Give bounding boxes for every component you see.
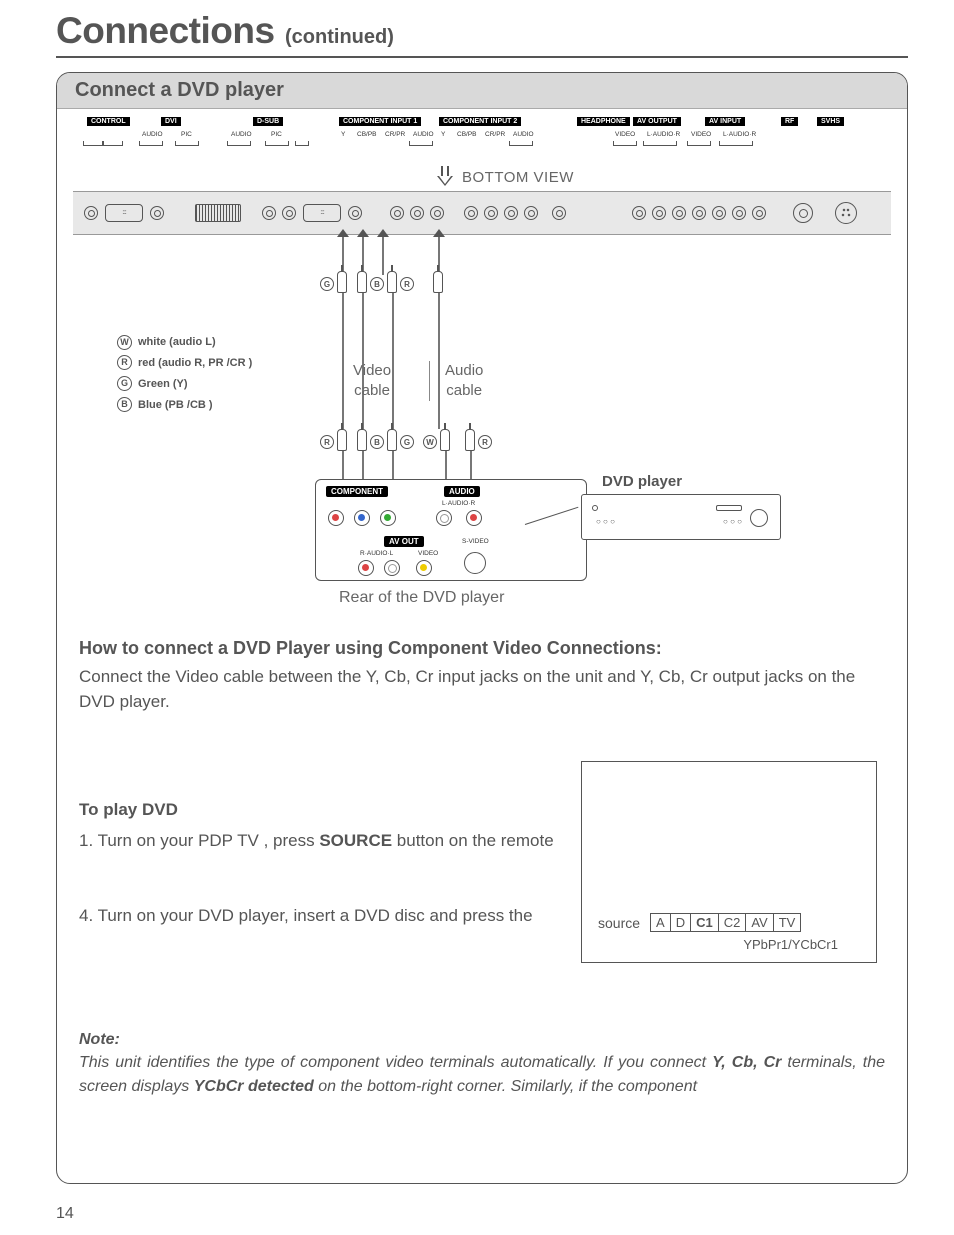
page-number: 14 [56, 1205, 74, 1223]
label-y1: Y [341, 131, 345, 138]
audio-cable-label: Audio cable [445, 361, 483, 400]
label-audio4: AUDIO [513, 131, 534, 138]
arrow-icon [437, 164, 461, 193]
howto-body: Connect the Video cable between the Y, C… [79, 665, 885, 714]
label-avin: AV INPUT [705, 117, 745, 126]
bottom-view-label: BOTTOM VIEW [462, 169, 574, 186]
howto-heading: How to connect a DVD Player using Compon… [79, 635, 885, 661]
osd-cells: A D C1 C2 AV TV [650, 913, 801, 932]
label-dsub: D-SUB [253, 117, 283, 126]
label-control: CONTROL [87, 117, 130, 126]
label-cr2: CR/PR [485, 131, 505, 138]
ring-b2: B [370, 435, 384, 449]
label-cb1: CB/PB [357, 131, 377, 138]
ring-g2: G [400, 435, 414, 449]
label-video2: VIDEO [691, 131, 711, 138]
ring-r: R [400, 277, 414, 291]
label-comp1: COMPONENT INPUT 1 [339, 117, 421, 126]
ring-b: B [370, 277, 384, 291]
osd-cell-av: AV [746, 914, 773, 931]
note-heading: Note: [79, 1028, 885, 1051]
label-audio2: AUDIO [231, 131, 252, 138]
label-avout: AV OUTPUT [633, 117, 681, 126]
label-comp2: COMPONENT INPUT 2 [439, 117, 521, 126]
osd-cell-c1: C1 [691, 914, 719, 931]
osd-sub: YPbPr1/YCbCr1 [743, 937, 838, 952]
ring-g: G [320, 277, 334, 291]
rear-label: Rear of the DVD player [339, 589, 504, 607]
title-sub: (continued) [285, 26, 394, 48]
label-laudio1: L·AUDIO·R [647, 131, 680, 138]
diagram: CONTROL DVI AUDIO PIC D-SUB AUDIO PIC CO… [57, 109, 907, 629]
label-cr1: CR/PR [385, 131, 405, 138]
video-cable-label: Video cable [353, 361, 391, 400]
label-audio3: AUDIO [413, 131, 434, 138]
dvd-rear: COMPONENT AUDIO L·AUDIO·R AV OUT R·AUDIO… [315, 479, 587, 581]
title-main: Connections [56, 10, 275, 51]
osd-cell-d: D [671, 914, 691, 931]
ring-r2: R [320, 435, 334, 449]
dvd-player-front: ○ ○ ○ ○ ○ ○ [581, 494, 781, 540]
note-body: This unit identifies the type of compone… [79, 1051, 885, 1099]
osd-cell-tv: TV [774, 914, 801, 931]
osd-box: source A D C1 C2 AV TV YPbPr1/YCbCr1 [581, 761, 877, 963]
label-video1: VIDEO [615, 131, 635, 138]
label-y2: Y [441, 131, 445, 138]
page-title: Connections (continued) [56, 10, 908, 58]
osd-cell-a: A [651, 914, 671, 931]
label-dvi: DVI [161, 117, 181, 126]
connector-panel: ::::: ::::: [73, 191, 891, 235]
dvd-player-label: DVD player [602, 473, 682, 490]
label-pic: PIC [181, 131, 192, 138]
label-pic2: PIC [271, 131, 282, 138]
legend: Wwhite (audio L) Rred (audio R, PR /CR )… [117, 332, 252, 416]
label-audio: AUDIO [142, 131, 163, 138]
osd-cell-c2: C2 [719, 914, 747, 931]
label-laudio2: L·AUDIO·R [723, 131, 756, 138]
ring-r3: R [478, 435, 492, 449]
ring-w: W [423, 435, 437, 449]
main-box: Connect a DVD player CONTROL DVI AUDIO P… [56, 72, 908, 1184]
label-headphone: HEADPHONE [577, 117, 630, 126]
section-header: Connect a DVD player [57, 73, 907, 109]
label-cb2: CB/PB [457, 131, 477, 138]
label-svhs: SVHS [817, 117, 844, 126]
osd-source-label: source [598, 915, 640, 931]
label-rf: RF [781, 117, 798, 126]
